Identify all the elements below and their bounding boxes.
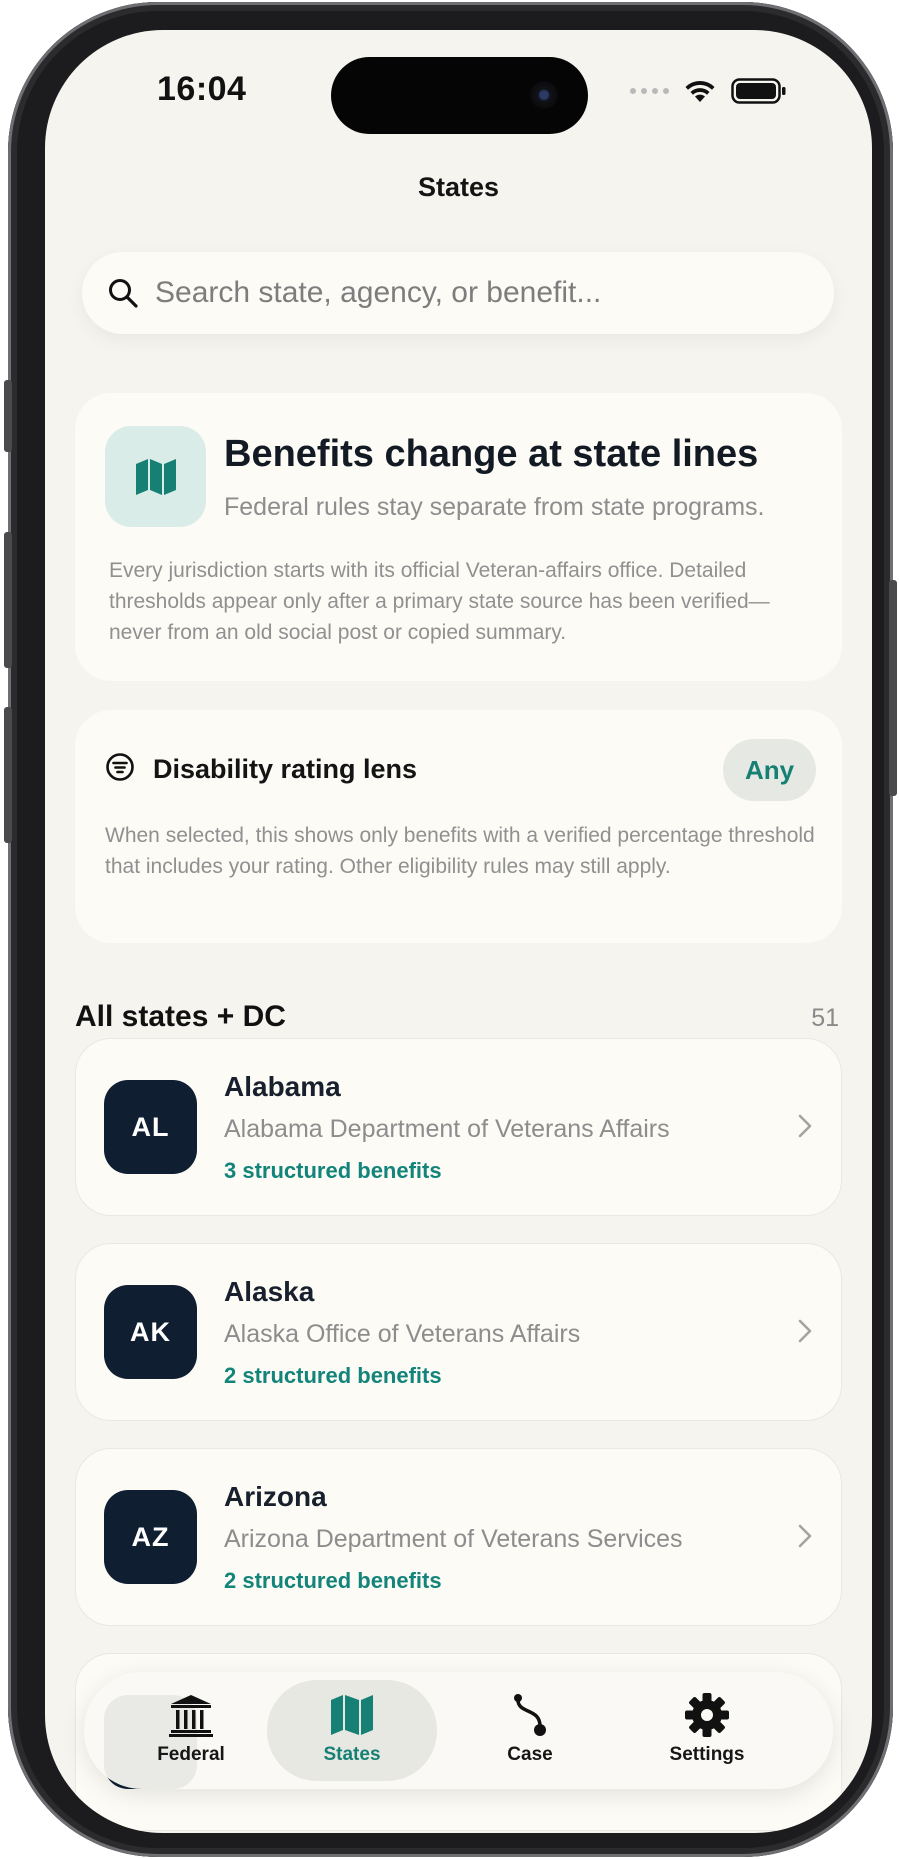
tab-label: States	[323, 1744, 381, 1765]
tab-label: Case	[507, 1744, 553, 1765]
state-benefit-count: 2 structured benefits	[224, 1568, 442, 1593]
state-agency: Arizona Department of Veterans Services	[224, 1525, 683, 1553]
tab-label: Settings	[669, 1744, 745, 1765]
hero-title: Benefits change at state lines	[224, 433, 759, 475]
states-section-title: All states + DC	[75, 1000, 286, 1033]
state-name: Alaska	[224, 1276, 315, 1307]
hero-subtitle: Federal rules stay separate from state p…	[224, 493, 765, 521]
lens-title: Disability rating lens	[153, 754, 418, 784]
state-agency: Alabama Department of Veterans Affairs	[224, 1115, 670, 1143]
state-lines-info-card: Benefits change at state lines Federal r…	[75, 393, 842, 681]
lens-description: When selected, this shows only benefits …	[105, 824, 815, 878]
state-row-alabama[interactable]: AL Alabama Alabama Department of Veteran…	[75, 1038, 842, 1216]
hero-icon-tile	[105, 426, 206, 527]
map-icon	[135, 458, 176, 495]
state-row-arizona[interactable]: AZ Arizona Arizona Department of Veteran…	[75, 1448, 842, 1626]
search-input[interactable]	[155, 276, 775, 310]
screen: 16:04 States Search state, agency, or be…	[45, 30, 872, 1833]
map-icon	[331, 1695, 373, 1735]
page-title: States	[417, 172, 500, 202]
device-frame: 16:04 States Search state, agency, or be…	[4, 2, 897, 1857]
state-benefit-count: 3 structured benefits	[224, 1158, 442, 1183]
volume-down-button	[4, 707, 12, 843]
disability-rating-lens-card: Disability rating lens Any When selected…	[75, 710, 842, 943]
filter-icon	[106, 753, 134, 781]
chevron-right-icon	[798, 1524, 812, 1548]
state-benefit-count: 2 structured benefits	[224, 1363, 442, 1388]
cellular-signal-icon	[630, 88, 669, 94]
tab-case[interactable]: Case	[445, 1680, 615, 1781]
search-bar[interactable]	[82, 252, 834, 334]
side-button	[889, 580, 897, 796]
state-code-badge: AZ	[104, 1490, 197, 1584]
route-icon	[514, 1694, 546, 1736]
rating-selector-button[interactable]: Any	[723, 739, 816, 801]
tab-states[interactable]: States	[267, 1680, 437, 1781]
states-count: 51	[811, 1004, 839, 1032]
tab-label: Federal	[157, 1744, 225, 1765]
dynamic-island	[331, 57, 588, 134]
state-row-alaska[interactable]: AK Alaska Alaska Office of Veterans Affa…	[75, 1243, 842, 1421]
action-button	[4, 380, 12, 452]
status-time: 16:04	[157, 70, 247, 108]
camera-icon	[530, 81, 558, 109]
search-icon	[109, 279, 138, 308]
gear-icon	[685, 1693, 729, 1737]
tab-bar: Federal States Case Settings	[84, 1672, 833, 1789]
wifi-icon	[685, 80, 715, 102]
chevron-right-icon	[798, 1319, 812, 1343]
state-agency: Alaska Office of Veterans Affairs	[224, 1320, 581, 1348]
state-code-badge: AK	[104, 1285, 197, 1379]
state-code-badge: AL	[104, 1080, 197, 1174]
bank-icon	[169, 1695, 213, 1737]
volume-up-button	[4, 532, 12, 668]
state-name: Arizona	[224, 1481, 327, 1512]
hero-body: Every jurisdiction starts with its offic…	[109, 559, 770, 644]
chevron-right-icon	[798, 1114, 812, 1138]
state-name: Alabama	[224, 1071, 341, 1102]
tab-federal[interactable]: Federal	[106, 1680, 276, 1781]
status-icons	[630, 76, 787, 106]
tab-settings[interactable]: Settings	[622, 1680, 792, 1781]
battery-icon	[731, 78, 786, 104]
